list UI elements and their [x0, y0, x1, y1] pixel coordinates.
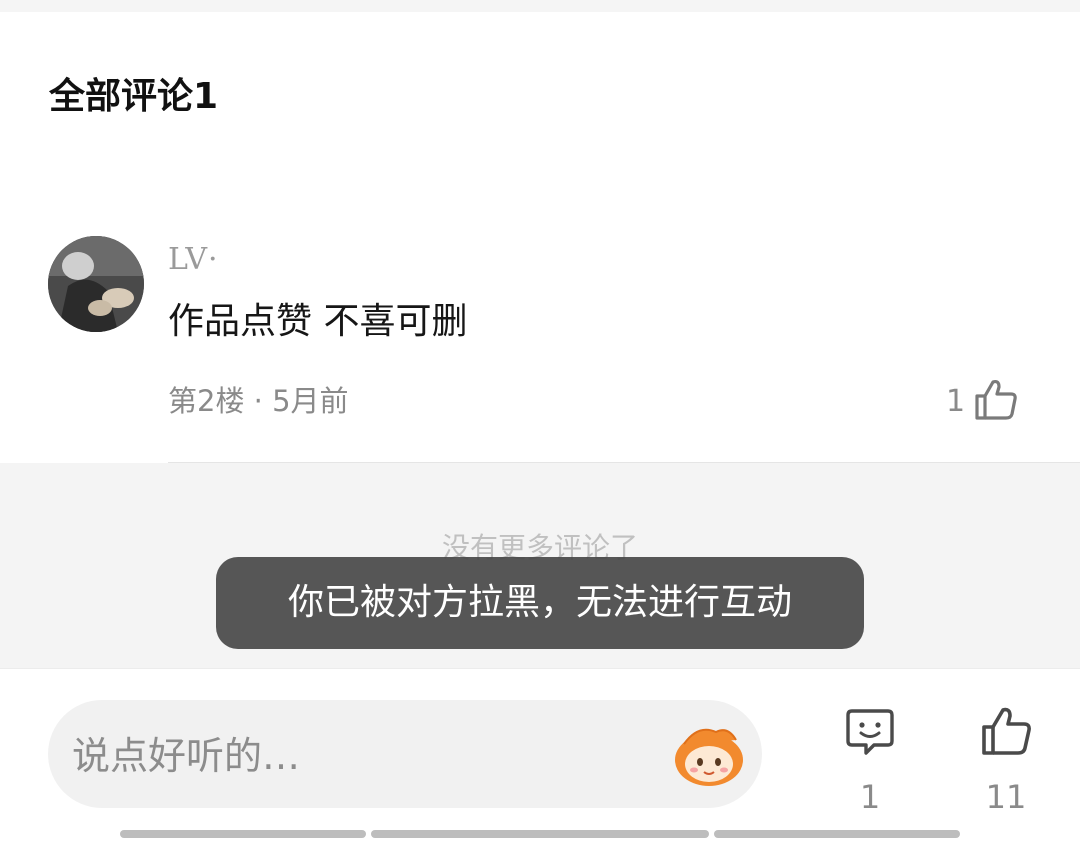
smiley-comment-icon [844, 709, 896, 761]
top-strip [0, 0, 1080, 12]
comment-username[interactable]: LV· [168, 240, 219, 280]
avatar[interactable] [48, 236, 144, 332]
comment-text: 作品点赞 不喜可删 [168, 301, 468, 342]
comment-button[interactable]: 1 [830, 705, 910, 817]
comment-input-placeholder[interactable]: 说点好听的… [72, 730, 300, 782]
toast-message: 你已被对方拉黑，无法进行互动 [216, 557, 864, 649]
comment-meta: 第2楼 · 5月前 [168, 384, 349, 418]
home-indicator-segment [714, 830, 960, 838]
like-button[interactable]: 11 [966, 705, 1046, 817]
thumbs-up-icon [979, 707, 1033, 761]
section-title: 全部评论1 [49, 76, 219, 117]
comment-like-button[interactable]: 1 [946, 378, 1019, 426]
emoji-sticker-icon[interactable] [668, 722, 750, 788]
home-indicator-segment [371, 830, 709, 838]
like-count: 11 [985, 778, 1027, 816]
comment-count: 1 [859, 778, 881, 816]
comment-like-count: 1 [946, 384, 966, 419]
home-indicator-segment [120, 830, 366, 838]
thumbs-up-icon [973, 378, 1019, 426]
